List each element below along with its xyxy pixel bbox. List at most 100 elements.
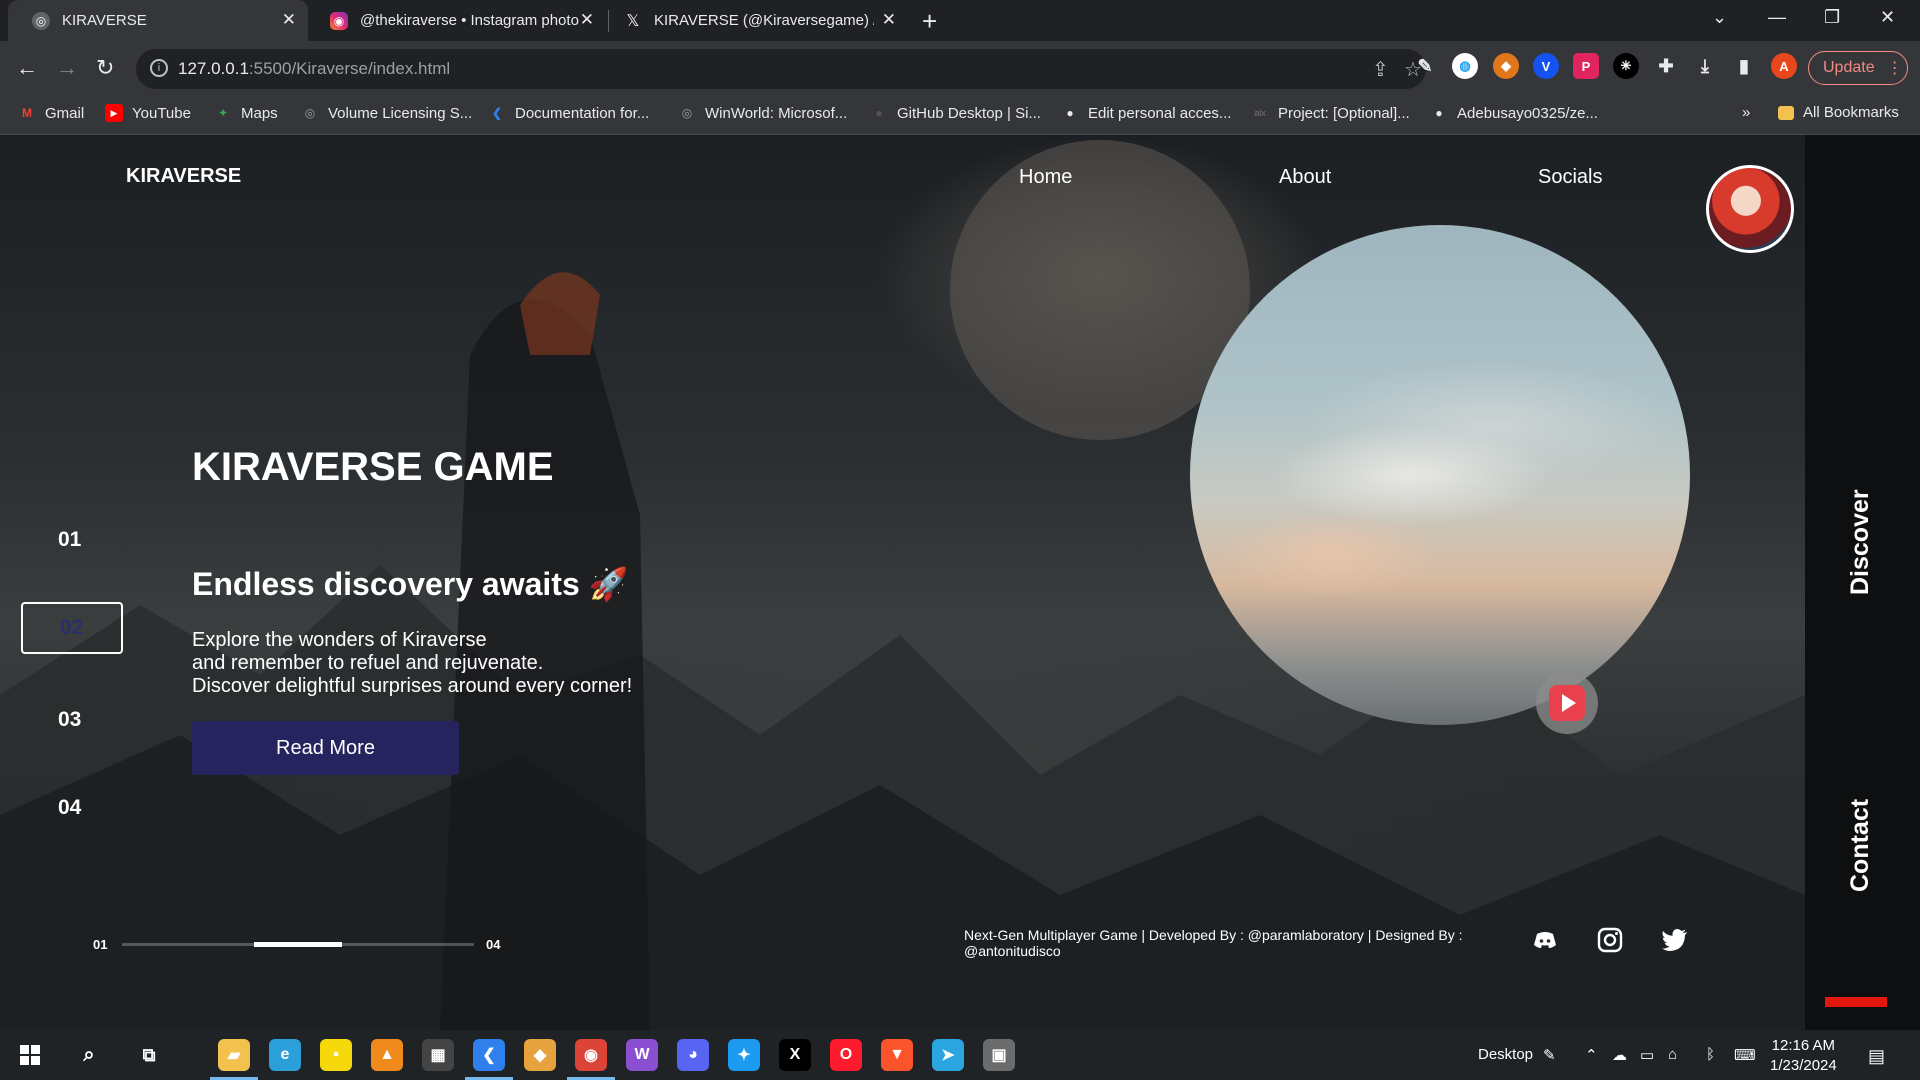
url-path: :5500/Kiraverse/index.html [248,59,451,78]
git-icon[interactable]: ◆ [524,1039,556,1071]
discord-icon[interactable] [1530,925,1560,955]
tab-kiraverse[interactable]: ◎ KIRAVERSE ✕ [8,0,308,41]
extension-blue-icon[interactable]: ◍ [1452,53,1478,79]
side-panel-icon[interactable]: ▮ [1731,53,1757,79]
avatar[interactable] [1706,165,1794,253]
slide-indicator-02-active[interactable]: 02 [21,602,123,654]
battery-icon[interactable]: ▭ [1640,1046,1654,1064]
bookmark-adebusayo[interactable]: ● Adebusayo0325/ze... [1430,104,1598,122]
reload-icon[interactable]: ↻ [96,55,114,81]
tab-x[interactable]: 𝕏 KIRAVERSE (@Kiraversegame) / X ✕ [600,0,908,41]
task-view-icon[interactable]: ⧉ [133,1039,165,1071]
share-icon[interactable]: ⇪ [1372,57,1389,82]
desktop-toolbar-label[interactable]: Desktop [1478,1046,1533,1063]
edge-icon[interactable]: e [269,1039,301,1071]
brave-icon[interactable]: ▼ [881,1039,913,1071]
globe-icon: ◎ [32,11,50,30]
slide-indicator-03[interactable]: 03 [58,708,81,732]
notifications-icon[interactable]: ▤ [1868,1046,1885,1067]
discord-icon[interactable]: ◕ [677,1039,709,1071]
play-video-button[interactable] [1536,672,1598,734]
extensions-puzzle-icon[interactable]: ✚ [1653,53,1679,79]
slide-indicator-01[interactable]: 01 [58,528,81,552]
telegram-icon[interactable]: ➤ [932,1039,964,1071]
twitter-icon[interactable]: ✦ [728,1039,760,1071]
instagram-icon[interactable] [1595,925,1625,955]
bookmark-edit-personal-access[interactable]: ● Edit personal acces... [1061,104,1231,122]
bookmark-maps[interactable]: ✦ Maps [214,104,278,122]
download-icon[interactable]: ⤓ [1692,53,1718,79]
notes-tray-icon[interactable]: ✎ [1543,1046,1556,1064]
vlc-icon[interactable]: ▲ [371,1039,403,1071]
side-discover-link[interactable]: Discover [1846,489,1875,595]
close-tab-icon[interactable]: ✕ [580,10,594,30]
hero-text-line: Explore the wonders of Kiraverse [192,629,487,651]
bookmarks-bar: M Gmail ▶ YouTube ✦ Maps ◎ Volume Licensing … [0,98,1920,135]
progress-end-label: 04 [486,937,501,952]
twitter-icon[interactable] [1660,925,1690,955]
tab-search-icon[interactable]: ⌄ [1712,7,1727,28]
bluetooth-icon[interactable]: ᛒ [1706,1046,1715,1063]
site-info-icon[interactable]: i [150,59,168,77]
windows-taskbar: ⌕ ⧉ ▰ e ▪ ▲ ▦ ❮ ◆ ◉ W ◕ ✦ X O ▼ ➤ ▣ Desktop ✎ ⌃ ☁ ▭ ⌂ ᛒ… [0,1030,1920,1080]
bookmark-label: Adebusayo0325/ze... [1457,104,1598,122]
cloud-icon[interactable]: ☁ [1612,1046,1627,1064]
tab-instagram[interactable]: ◉ @thekiraverse • Instagram photo ✕ [306,0,606,41]
nav-home[interactable]: Home [1019,166,1072,189]
bookmark-project[interactable]: alx Project: [Optional]... [1251,104,1410,122]
windows-start-icon[interactable] [14,1039,46,1071]
hero-text-line: and remember to refuel and rejuvenate. [192,652,544,674]
calculator-icon[interactable]: ▦ [422,1039,454,1071]
network-icon[interactable]: ⌂ [1668,1046,1677,1063]
bookmark-documentation[interactable]: ❮ Documentation for... [488,104,649,122]
opera-icon[interactable]: O [830,1039,862,1071]
nav-socials[interactable]: Socials [1538,166,1602,189]
file-explorer-icon[interactable]: ▰ [218,1039,250,1071]
slide-indicator-04[interactable]: 04 [58,796,81,820]
sticky-notes-icon[interactable]: ▪ [320,1039,352,1071]
minimize-icon[interactable]: — [1768,7,1786,28]
more-menu-icon: ⋮ [1886,60,1903,77]
gmail-icon: M [22,106,32,120]
read-more-button[interactable]: Read More [192,721,459,775]
v-extension-icon[interactable]: V [1533,53,1559,79]
search-icon[interactable]: ⌕ [73,1039,105,1071]
bookmark-winworld[interactable]: ◎ WinWorld: Microsof... [678,104,848,122]
p-extension-icon[interactable]: P [1573,53,1599,79]
youtube-icon: ▶ [105,104,123,122]
close-window-icon[interactable]: ✕ [1880,7,1895,28]
keyboard-icon[interactable]: ⌨ [1734,1046,1756,1064]
site-logo[interactable]: KIRAVERSE [126,165,241,188]
bookmark-label: Project: [Optional]... [1278,104,1410,122]
profile-avatar[interactable]: A [1771,53,1797,79]
back-icon[interactable]: ← [16,55,38,81]
vscode-icon[interactable]: ❮ [473,1039,505,1071]
x-icon[interactable]: X [779,1039,811,1071]
instagram-icon: ◉ [330,11,348,30]
bookmark-github-desktop[interactable]: ● GitHub Desktop | Si... [870,104,1041,122]
asterisk-extension-icon[interactable]: ✳ [1613,53,1639,79]
new-tab-button[interactable]: + [922,6,937,37]
image-app-icon[interactable]: ▣ [983,1039,1015,1071]
update-button[interactable]: Update ⋮ [1808,51,1908,85]
bookmark-label: GitHub Desktop | Si... [897,104,1041,122]
forward-icon[interactable]: → [56,55,78,81]
system-clock[interactable]: 12:16 AM 1/23/2024 [1770,1036,1837,1076]
bookmark-youtube[interactable]: ▶ YouTube [105,104,191,122]
close-tab-icon[interactable]: ✕ [282,10,296,30]
globe-icon: ◎ [681,106,693,120]
app-icon[interactable]: W [626,1039,658,1071]
eyedropper-extension-icon[interactable]: ✎ [1412,53,1438,79]
bookmark-gmail[interactable]: M Gmail [18,104,84,122]
all-bookmarks-button[interactable]: All Bookmarks [1778,104,1899,121]
bookmarks-overflow-button[interactable]: » [1742,104,1750,121]
side-contact-link[interactable]: Contact [1846,799,1875,892]
address-bar[interactable]: i 127.0.0.1:5500/Kiraverse/index.html ⇪ … [136,49,1426,89]
nav-about[interactable]: About [1279,166,1331,189]
close-tab-icon[interactable]: ✕ [882,10,896,30]
show-hidden-icons-icon[interactable]: ⌃ [1585,1046,1598,1064]
chrome-icon[interactable]: ◉ [575,1039,607,1071]
bookmark-volume-licensing[interactable]: ◎ Volume Licensing S... [301,104,473,122]
metamask-icon[interactable]: ◆ [1493,53,1519,79]
restore-icon[interactable]: ❐ [1824,7,1840,28]
